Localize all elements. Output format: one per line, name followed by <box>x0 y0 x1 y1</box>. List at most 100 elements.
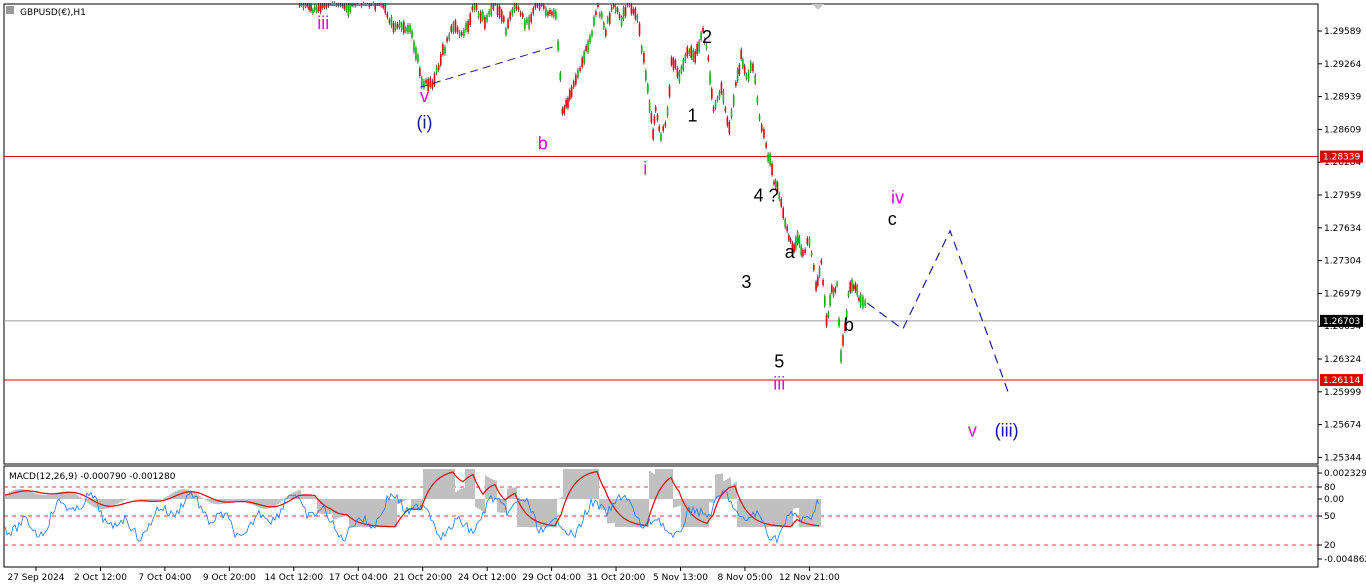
candle-body <box>587 40 589 53</box>
macd-histogram-bar <box>819 499 821 527</box>
macd-histogram-bar <box>627 499 629 527</box>
candle-body <box>494 5 497 6</box>
macd-histogram-bar <box>277 499 279 505</box>
candle-body <box>680 66 683 73</box>
macd-histogram-bar <box>793 499 795 509</box>
macd-histogram-bar <box>595 469 597 499</box>
time-tick-label: 8 Nov 05:00 <box>717 573 772 583</box>
candle-body <box>477 12 480 18</box>
candle-body <box>583 51 585 64</box>
macd-histogram-bar <box>241 499 243 502</box>
macd-histogram-bar <box>261 499 263 509</box>
macd-histogram-bar <box>407 499 409 500</box>
macd-histogram-bar <box>19 489 21 499</box>
candle-body <box>716 97 719 101</box>
candle-body <box>327 5 330 7</box>
macd-histogram-bar <box>605 499 607 511</box>
macd-histogram-bar <box>681 499 683 527</box>
candle-body <box>658 126 661 131</box>
macd-histogram-bar <box>27 490 29 499</box>
candle-body <box>475 5 478 10</box>
price-tick-label: 1.25999 <box>1324 388 1361 398</box>
wave-label: v <box>968 421 977 441</box>
macd-histogram-bar <box>441 469 443 499</box>
macd-histogram-bar <box>47 494 49 499</box>
macd-histogram-bar <box>625 499 627 527</box>
candle-body <box>545 8 547 16</box>
candle-body <box>534 5 537 9</box>
macd-histogram-bar <box>351 499 353 527</box>
macd-histogram-bar <box>679 499 681 506</box>
price-tick-label: 1.26979 <box>1324 289 1361 299</box>
candle-body <box>859 294 862 306</box>
macd-histogram-bar <box>473 469 475 499</box>
candle-body <box>411 30 413 38</box>
macd-histogram-bar <box>807 499 809 527</box>
macd-histogram-bar <box>729 477 731 499</box>
macd-histogram-bar <box>461 488 463 499</box>
candle-body <box>856 285 859 296</box>
candle-body <box>754 75 756 84</box>
candle-body <box>304 5 307 7</box>
candle-body <box>308 5 310 11</box>
macd-histogram-bar <box>209 499 211 503</box>
candle-body <box>398 21 401 28</box>
macd-histogram-bar <box>281 499 283 502</box>
candle-body <box>456 27 459 33</box>
macd-histogram-bar <box>759 499 761 527</box>
candle-body <box>678 71 681 82</box>
chart-canvas[interactable]: 1.295891.292641.289391.286091.282841.279… <box>0 0 1366 588</box>
candle-body <box>555 11 557 19</box>
macd-histogram-bar <box>105 499 107 509</box>
candle-body <box>425 79 427 84</box>
candle-body <box>618 14 621 18</box>
candle-body <box>606 17 609 22</box>
price-level-tag-label: 1.28339 <box>1323 153 1360 163</box>
macd-histogram-bar <box>193 492 195 499</box>
candle-body <box>536 5 539 7</box>
candle-body <box>490 5 493 15</box>
macd-histogram-bar <box>313 496 315 499</box>
candle-body <box>690 46 693 59</box>
candle-body <box>628 5 631 6</box>
candle-body <box>810 252 813 256</box>
candle-body <box>405 27 407 32</box>
macd-histogram-bar <box>259 499 261 508</box>
candle-body <box>616 8 619 13</box>
candle-body <box>575 74 577 85</box>
candle-body <box>532 7 535 14</box>
macd-histogram-bar <box>613 499 615 523</box>
macd-histogram-bar <box>781 499 783 527</box>
candle-body <box>660 134 662 141</box>
candle-body <box>597 5 599 7</box>
candle-body <box>622 7 625 20</box>
macd-histogram-bar <box>263 499 265 509</box>
candle-body <box>656 115 659 121</box>
candle-body <box>591 31 593 36</box>
candle-body <box>315 6 318 12</box>
candle-body <box>458 31 461 37</box>
macd-histogram-bar <box>53 493 55 499</box>
candle-body <box>450 25 453 32</box>
symbol-menu-icon[interactable] <box>6 6 14 14</box>
wave-label: iii <box>317 13 329 33</box>
macd-histogram-bar <box>387 499 389 527</box>
candle-body <box>559 72 562 81</box>
macd-histogram-bar <box>251 499 253 505</box>
macd-histogram-bar <box>429 469 431 499</box>
macd-histogram-bar <box>9 492 11 499</box>
candle-body <box>488 10 490 16</box>
candle-body <box>653 116 656 124</box>
macd-histogram-bar <box>799 499 801 527</box>
candle-body <box>626 5 629 6</box>
candle-body <box>585 45 587 51</box>
wave-label: (i) <box>416 112 432 132</box>
candle-body <box>605 29 607 36</box>
macd-histogram-bar <box>579 469 581 499</box>
wave-label: iv <box>891 188 904 208</box>
macd-histogram-bar <box>207 499 209 502</box>
candle-body <box>698 41 700 52</box>
macd-histogram-bar <box>571 469 573 499</box>
indicator-tick-label: 50 <box>1324 512 1336 522</box>
candle-body <box>832 289 835 296</box>
